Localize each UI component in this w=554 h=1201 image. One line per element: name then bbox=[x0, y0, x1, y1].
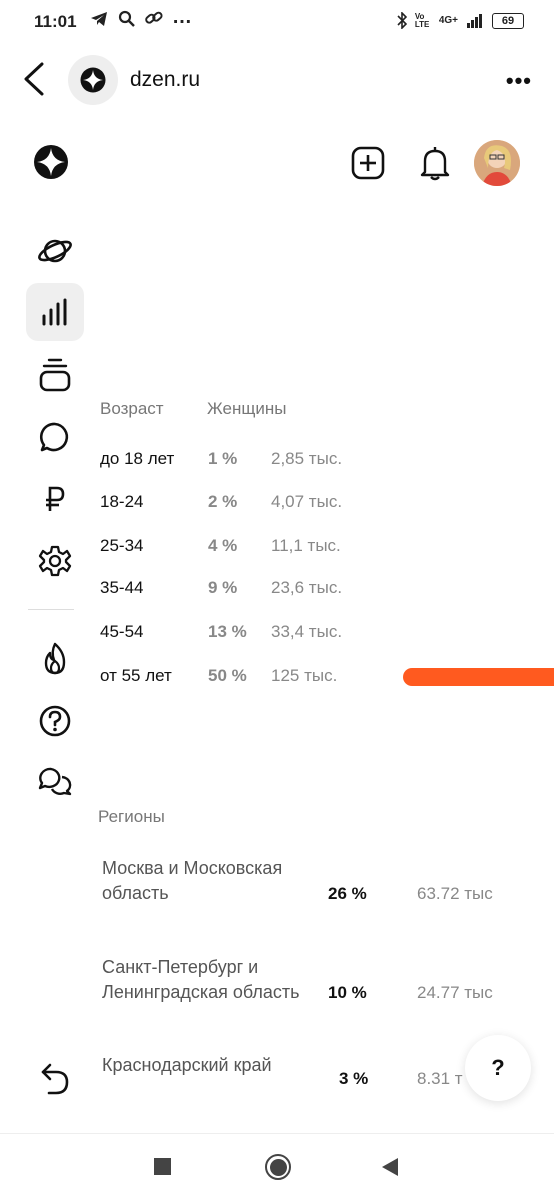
bell-icon[interactable] bbox=[419, 146, 451, 187]
age-row-percent: 50 % bbox=[208, 666, 247, 685]
age-row-label: до 18 лет bbox=[100, 449, 175, 468]
sidebar-item-support[interactable] bbox=[26, 752, 84, 810]
age-row-value: 125 тыс. bbox=[271, 666, 338, 685]
age-row-value: 4,07 тыс. bbox=[271, 492, 343, 511]
age-row-value: 33,4 тыс. bbox=[271, 622, 343, 641]
age-row-percent: 4 % bbox=[208, 536, 238, 555]
system-back-button[interactable] bbox=[382, 1158, 398, 1176]
status-icons-left bbox=[90, 10, 163, 27]
chat-bubbles-icon bbox=[38, 767, 72, 796]
help-button[interactable]: ? bbox=[465, 1035, 531, 1101]
region-value: 63.72 тыс bbox=[417, 884, 493, 903]
site-name[interactable]: dzen.ru bbox=[130, 68, 200, 92]
sidebar-item-undo[interactable] bbox=[26, 1050, 84, 1108]
status-more: … bbox=[172, 6, 193, 28]
telegram-icon bbox=[91, 11, 107, 26]
region-name: Краснодарский край bbox=[102, 1055, 272, 1075]
site-icon[interactable] bbox=[68, 55, 118, 105]
age-row-label: 45-54 bbox=[100, 622, 144, 641]
link-icon bbox=[145, 11, 163, 24]
region-percent: 26 % bbox=[328, 884, 367, 903]
region-name: Москва и Московская область bbox=[102, 858, 283, 903]
age-row-label: 35-44 bbox=[100, 578, 144, 597]
search-icon bbox=[118, 10, 135, 27]
planet-icon bbox=[38, 239, 72, 263]
stats-bars-icon bbox=[42, 298, 67, 326]
back-arrow-icon[interactable] bbox=[22, 62, 46, 101]
chat-bubble-icon bbox=[39, 422, 69, 452]
volte-label: Vo LTE bbox=[414, 11, 430, 29]
dzen-logo-icon bbox=[80, 67, 106, 93]
undo-arrow-icon bbox=[41, 1063, 69, 1095]
stack-icon bbox=[39, 358, 71, 392]
women-column-header: Женщины bbox=[207, 399, 287, 418]
add-square-icon[interactable] bbox=[351, 146, 385, 185]
status-time: 11:01 bbox=[34, 12, 77, 31]
bluetooth-icon bbox=[397, 12, 407, 29]
age-row-percent: 1 % bbox=[208, 449, 238, 468]
regions-header: Регионы bbox=[98, 807, 165, 826]
flame-icon bbox=[44, 642, 66, 675]
age-row-percent: 9 % bbox=[208, 578, 238, 597]
status-icons-right: Vo LTE 4G+ 69 bbox=[397, 12, 524, 29]
gear-icon bbox=[38, 545, 72, 577]
signal-icon bbox=[467, 14, 482, 28]
age-row-value: 11,1 тыс. bbox=[271, 536, 341, 555]
sidebar-item-money[interactable] bbox=[26, 470, 84, 528]
avatar[interactable] bbox=[474, 140, 520, 186]
region-percent: 10 % bbox=[328, 983, 367, 1002]
age-share-bar bbox=[403, 668, 554, 686]
sidebar-item-stats[interactable] bbox=[26, 283, 84, 341]
dzen-logo-icon[interactable] bbox=[33, 144, 69, 185]
network-label: 4G+ bbox=[438, 15, 458, 26]
sidebar-item-settings[interactable] bbox=[26, 532, 84, 590]
sidebar-item-help[interactable] bbox=[26, 692, 84, 750]
recent-apps-button[interactable] bbox=[154, 1158, 171, 1175]
age-row-label: от 55 лет bbox=[100, 666, 172, 685]
age-row-label: 25-34 bbox=[100, 536, 144, 555]
browser-menu-button[interactable]: ••• bbox=[506, 68, 532, 94]
age-row-value: 2,85 тыс. bbox=[271, 449, 343, 468]
sidebar-item-explore[interactable] bbox=[26, 222, 84, 280]
region-name: Санкт-Петербург и Ленинградская область bbox=[102, 957, 300, 1002]
age-column-header: Возраст bbox=[100, 399, 164, 418]
sidebar-item-hot[interactable] bbox=[26, 630, 84, 688]
age-row-label: 18-24 bbox=[100, 492, 144, 511]
question-circle-icon bbox=[39, 705, 71, 737]
home-button-dot bbox=[270, 1159, 287, 1176]
battery-indicator: 69 bbox=[492, 12, 524, 29]
age-row-percent: 13 % bbox=[208, 622, 247, 641]
age-row-percent: 2 % bbox=[208, 492, 238, 511]
region-percent: 3 % bbox=[339, 1069, 369, 1088]
ruble-icon bbox=[46, 486, 65, 511]
region-value: 24.77 тыс bbox=[417, 983, 493, 1002]
age-row-value: 23,6 тыс. bbox=[271, 578, 343, 597]
region-value: 8.31 т bbox=[417, 1069, 463, 1088]
sidebar-divider bbox=[28, 609, 74, 610]
sidebar-item-comments[interactable] bbox=[26, 408, 84, 466]
sidebar-item-publications[interactable] bbox=[26, 346, 84, 404]
